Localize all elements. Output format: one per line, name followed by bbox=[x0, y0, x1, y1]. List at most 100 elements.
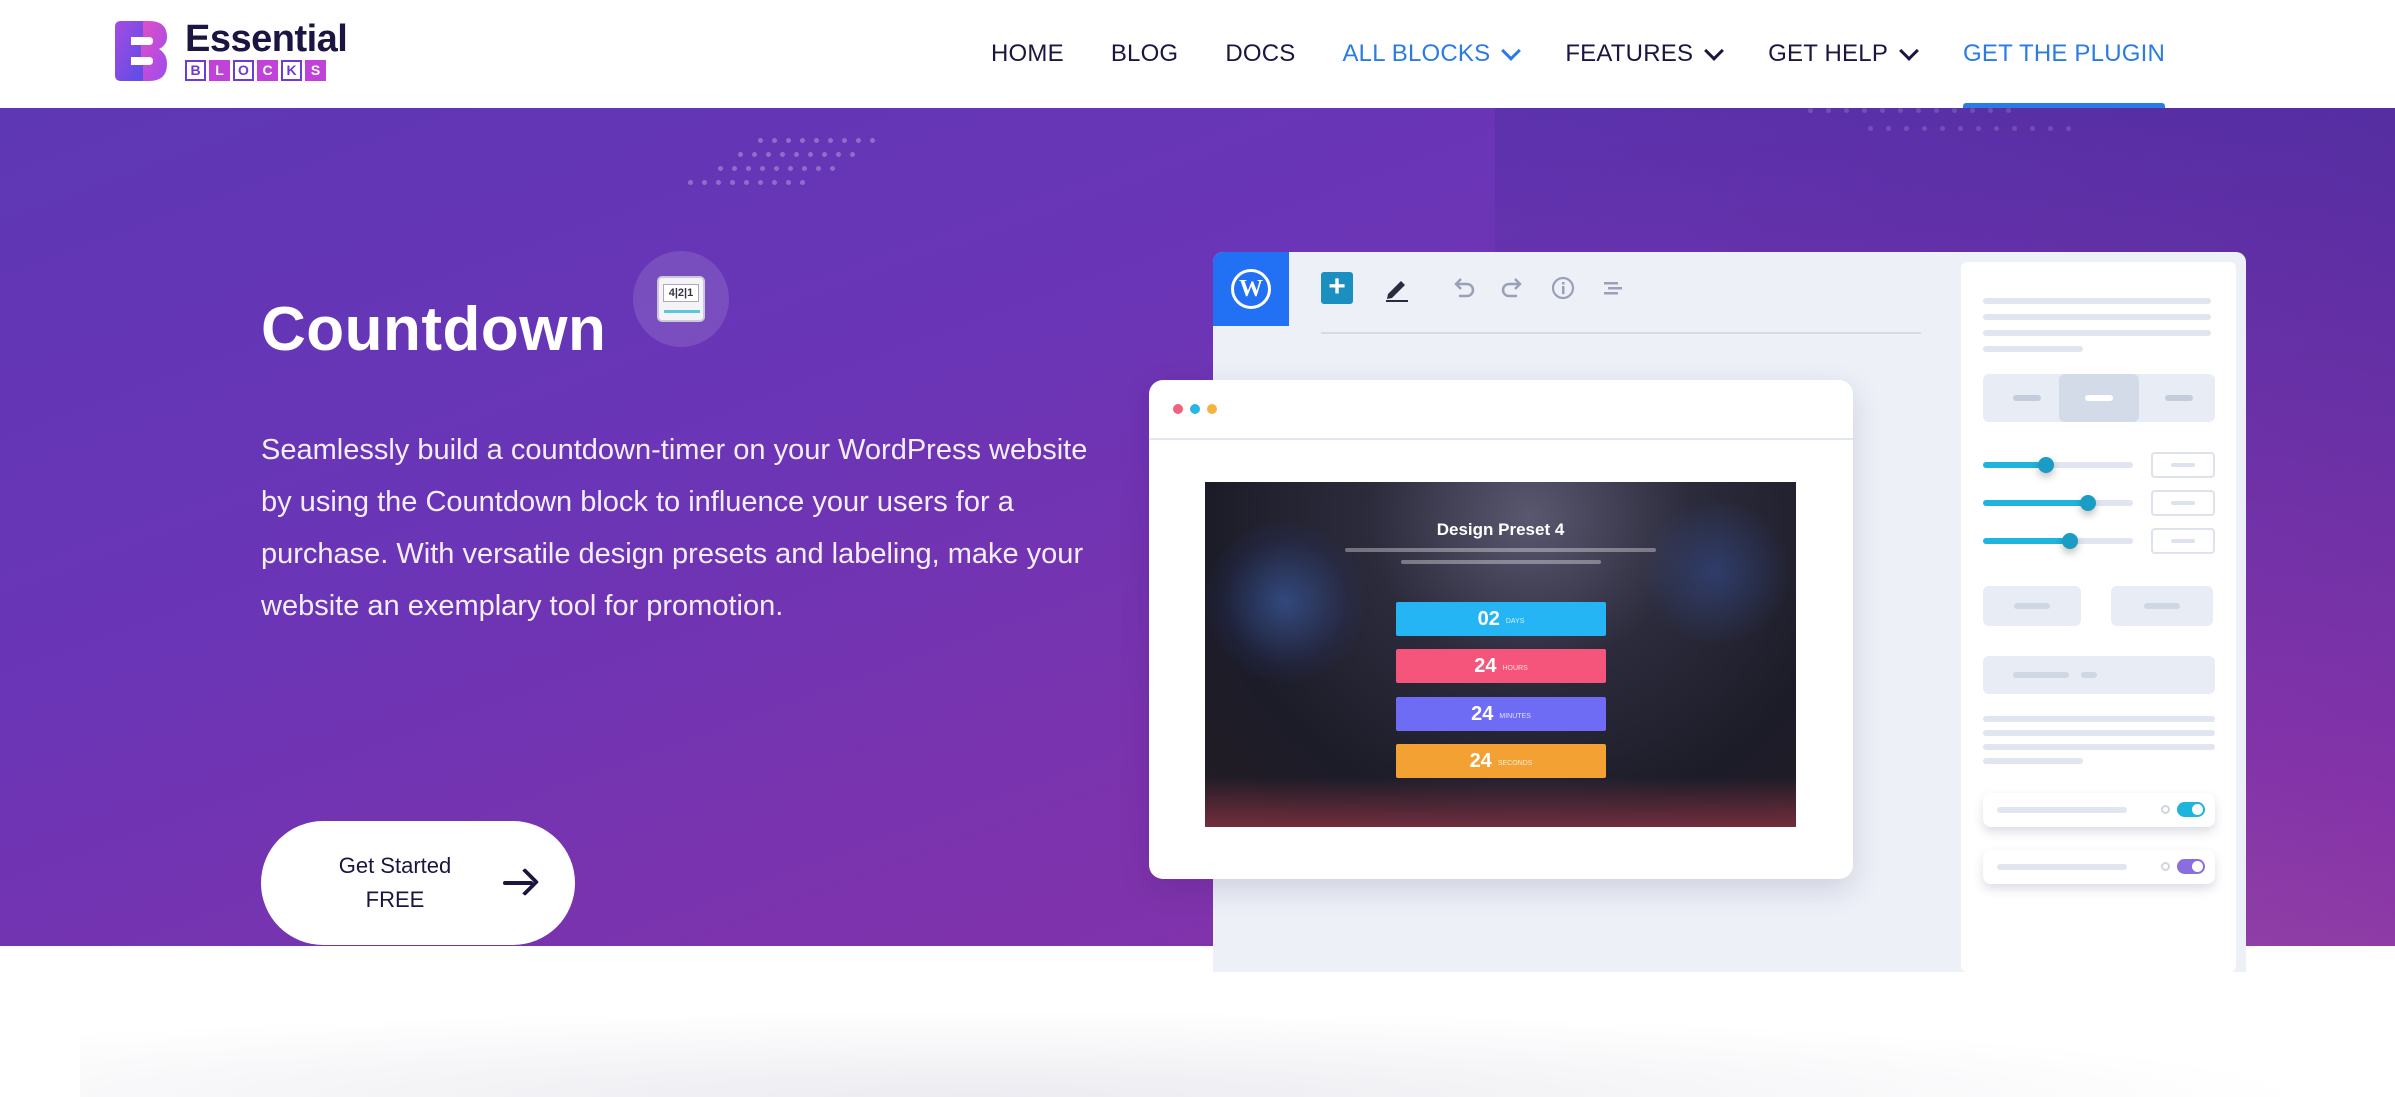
decorative-dot bbox=[788, 166, 793, 171]
chevron-down-icon bbox=[1899, 41, 1919, 61]
nav-docs[interactable]: DOCS bbox=[1225, 0, 1295, 108]
countdown-icon: 4|2|1 bbox=[657, 276, 705, 322]
decorative-dot bbox=[760, 166, 765, 171]
placeholder-line bbox=[1983, 314, 2211, 320]
placeholder-line bbox=[1983, 716, 2215, 722]
decorative-dot bbox=[1868, 126, 1873, 131]
nav-label: BLOG bbox=[1110, 40, 1179, 67]
decorative-dot bbox=[716, 180, 721, 185]
placeholder-line bbox=[1983, 758, 2083, 764]
preview-subtitle-line bbox=[1345, 548, 1656, 552]
toggle-switch[interactable] bbox=[2177, 859, 2205, 874]
decorative-dot bbox=[780, 152, 785, 157]
settings-sidebar bbox=[1961, 262, 2236, 972]
info-icon bbox=[1549, 274, 1577, 302]
decorative-dot bbox=[1904, 126, 1909, 131]
decorative-dot bbox=[802, 166, 807, 171]
placeholder-line bbox=[1983, 346, 2083, 352]
nav-home[interactable]: HOME bbox=[991, 0, 1064, 108]
decorative-dot bbox=[1844, 108, 1849, 113]
countdown-preview: Design Preset 4 02 DAYS 24 HOURS 24 MINU… bbox=[1205, 482, 1796, 827]
decorative-dot bbox=[1952, 108, 1957, 113]
preview-subtitle-line bbox=[1401, 560, 1601, 564]
countdown-block-icon: 4|2|1 bbox=[633, 251, 729, 347]
redo-icon bbox=[1499, 274, 1527, 302]
logo-letters: B L O C K S bbox=[185, 60, 347, 81]
nav-all-blocks[interactable]: ALL BLOCKS bbox=[1342, 0, 1522, 108]
countdown-unit: MINUTES bbox=[1499, 712, 1531, 720]
chevron-down-icon bbox=[1704, 41, 1725, 61]
essential-blocks-logo[interactable]: Essential B L O C K S bbox=[115, 20, 348, 81]
slider-value-box[interactable] bbox=[2151, 452, 2215, 478]
active-underline bbox=[1963, 103, 2165, 108]
decorative-dot bbox=[2012, 126, 2017, 131]
logo-letter: L bbox=[209, 60, 230, 81]
decorative-dot bbox=[1970, 108, 1975, 113]
countdown-icon-digits: 4|2|1 bbox=[663, 284, 699, 302]
nav-get-help[interactable]: GET HELP bbox=[1768, 0, 1919, 108]
nav-features[interactable]: FEATURES bbox=[1565, 0, 1725, 108]
decorative-dot bbox=[1826, 108, 1831, 113]
logo-letter: K bbox=[281, 60, 302, 81]
decorative-dot bbox=[814, 138, 819, 143]
countdown-unit: DAYS bbox=[1505, 617, 1525, 625]
toggle-row[interactable] bbox=[1983, 793, 2215, 827]
toggle-switch[interactable] bbox=[2177, 802, 2205, 817]
decorative-dot bbox=[1880, 108, 1885, 113]
countdown-seconds: 24 SECONDS bbox=[1396, 744, 1606, 778]
decorative-dot bbox=[1886, 126, 1891, 131]
decorative-dot bbox=[732, 166, 737, 171]
decorative-dot bbox=[870, 138, 875, 143]
decorative-dot bbox=[808, 152, 813, 157]
decorative-dot bbox=[758, 138, 763, 143]
nav-get-the-plugin[interactable]: GET THE PLUGIN bbox=[1963, 0, 2165, 108]
countdown-icon-bar bbox=[664, 310, 700, 313]
decorative-dot bbox=[836, 152, 841, 157]
decorative-dot bbox=[1898, 108, 1903, 113]
decorative-dot bbox=[800, 180, 805, 185]
decorative-dot bbox=[1808, 108, 1813, 113]
slider[interactable] bbox=[1983, 533, 2133, 549]
logo-mark-icon bbox=[115, 20, 167, 81]
decorative-dot bbox=[758, 180, 763, 185]
nav-blog[interactable]: BLOG bbox=[1111, 0, 1179, 108]
sidebar-field[interactable] bbox=[1983, 656, 2215, 694]
get-started-button[interactable]: Get Started FREE bbox=[261, 821, 575, 945]
browser-titlebar bbox=[1149, 380, 1853, 440]
slider[interactable] bbox=[1983, 457, 2133, 473]
decorative-dot bbox=[1862, 108, 1867, 113]
decorative-dot bbox=[1994, 126, 1999, 131]
logo-letter: C bbox=[257, 60, 278, 81]
countdown-value: 24 bbox=[1474, 654, 1497, 677]
countdown-hours: 24 HOURS bbox=[1396, 649, 1606, 683]
add-block-icon: + bbox=[1321, 272, 1353, 304]
logo-letter: S bbox=[305, 60, 326, 81]
decorative-dot bbox=[830, 166, 835, 171]
main-nav: HOME BLOG DOCS ALL BLOCKS FEATURES GET H… bbox=[944, 0, 2165, 108]
decorative-dot bbox=[688, 180, 693, 185]
slider-value-box[interactable] bbox=[2151, 528, 2215, 554]
placeholder-line bbox=[1983, 330, 2211, 336]
placeholder-line bbox=[1983, 730, 2215, 736]
decorative-dot bbox=[1922, 126, 1927, 131]
nav-label: ALL BLOCKS bbox=[1342, 40, 1491, 67]
placeholder-line bbox=[1983, 298, 2211, 304]
window-dot-red bbox=[1173, 404, 1183, 414]
nav-label: DOCS bbox=[1225, 40, 1296, 67]
sidebar-button[interactable] bbox=[1983, 586, 2081, 626]
slider-value-box[interactable] bbox=[2151, 490, 2215, 516]
decorative-dot bbox=[1958, 126, 1963, 131]
sidebar-button[interactable] bbox=[2111, 586, 2213, 626]
toggle-row[interactable] bbox=[1983, 850, 2215, 884]
page-title: Countdown bbox=[261, 295, 607, 364]
slider[interactable] bbox=[1983, 495, 2133, 511]
countdown-value: 24 bbox=[1469, 749, 1492, 772]
decorative-dot bbox=[828, 138, 833, 143]
segmented-control[interactable] bbox=[1983, 374, 2215, 422]
logo-letter: O bbox=[233, 60, 254, 81]
decorative-dot bbox=[2066, 126, 2071, 131]
decorative-dot bbox=[772, 180, 777, 185]
decorative-dot bbox=[744, 180, 749, 185]
countdown-minutes: 24 MINUTES bbox=[1396, 697, 1606, 731]
decorative-dot bbox=[2030, 126, 2035, 131]
